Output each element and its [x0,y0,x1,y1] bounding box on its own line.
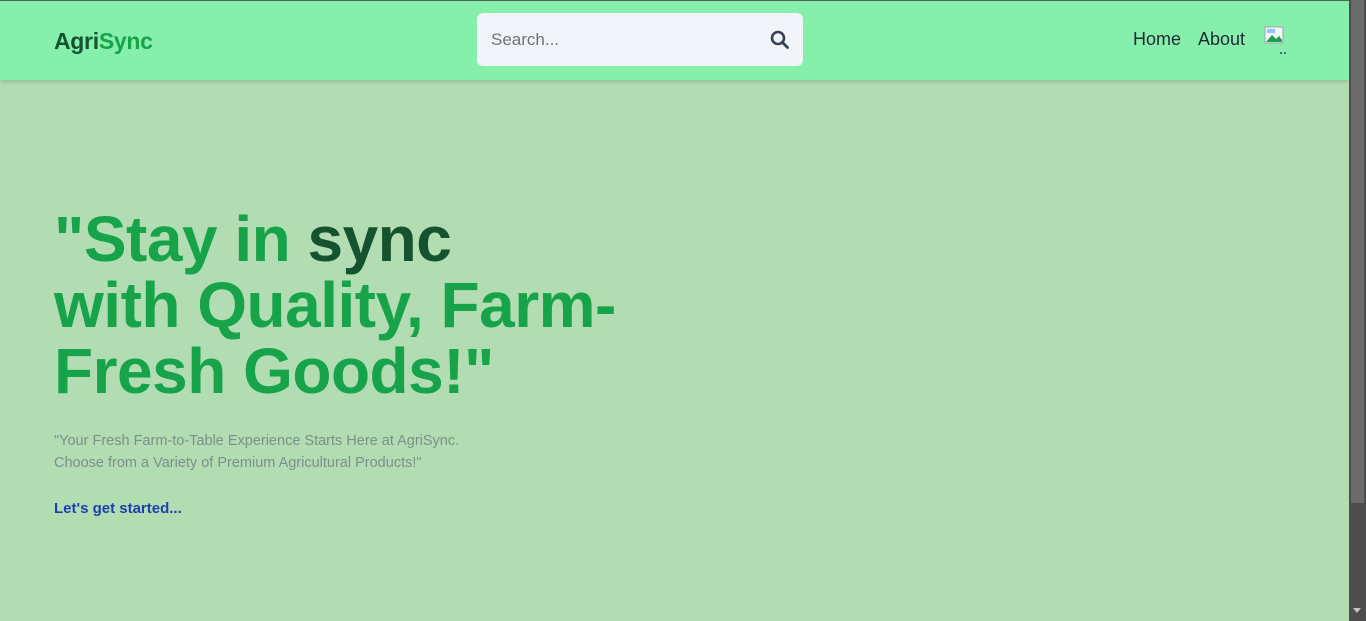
hero-line2: with Quality, Farm- [54,269,616,341]
hero-line1-a: "Stay in [54,203,308,275]
scrollbar-thumb[interactable] [1351,0,1364,503]
page: AgriSync Home About "Stay in sync with Q… [0,0,1349,621]
nav-about-link[interactable]: About [1198,29,1245,50]
search-icon[interactable] [770,30,790,50]
get-started-link[interactable]: Let's get started... [54,500,182,517]
subtext-line1: "Your Fresh Farm-to-Table Experience Sta… [54,433,460,449]
broken-image-icon[interactable] [1264,26,1288,56]
search-box [477,13,803,66]
brand-part-agri: Agri [54,28,99,54]
search-input[interactable] [489,26,753,54]
hero-headline: "Stay in sync with Quality, Farm- Fresh … [54,206,674,404]
hero-line3: Fresh Goods!" [54,335,494,407]
scroll-down-arrow-icon[interactable] [1353,608,1361,613]
subtext-line2: Choose from a Variety of Premium Agricul… [54,455,422,471]
nav-home-link[interactable]: Home [1133,29,1181,50]
brand-part-sync: Sync [98,28,153,54]
hero-line1-sync: sync [307,203,452,275]
brand-logo[interactable]: AgriSync [54,28,153,55]
hero-subtext: "Your Fresh Farm-to-Table Experience Sta… [54,430,514,474]
